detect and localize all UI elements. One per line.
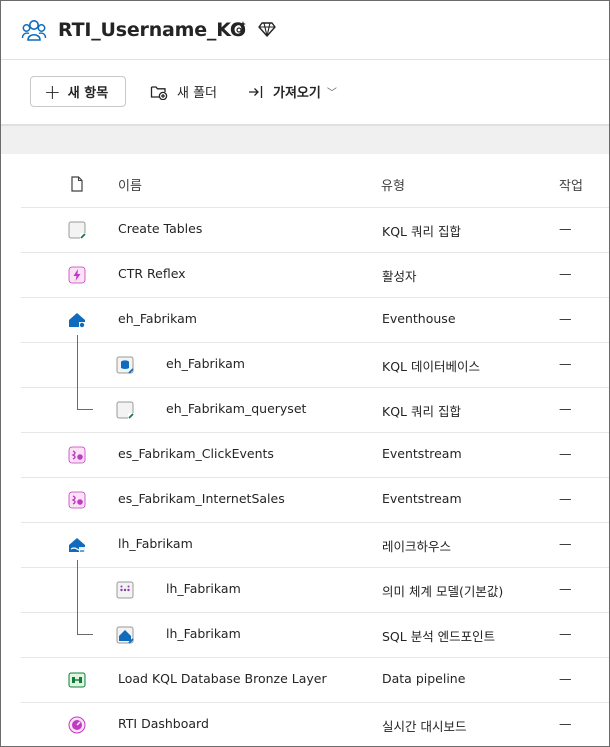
item-type: Data pipeline	[382, 671, 466, 686]
item-task: —	[559, 356, 572, 371]
new-folder-label: 새 폴더	[177, 86, 218, 101]
table-row[interactable]: lh_Fabrikam 레이크하우스 —	[21, 522, 609, 567]
workspace-title: RTI_Username_KO	[58, 19, 246, 41]
item-type: 실시간 대시보드	[382, 719, 467, 734]
item-type: 의미 체계 모델(기본값)	[382, 584, 504, 599]
import-label: 가져오기	[273, 86, 321, 101]
tree-connector	[77, 634, 93, 635]
item-type: SQL 분석 엔드포인트	[382, 629, 496, 644]
file-type-icon	[71, 176, 83, 192]
lakehouse-icon	[67, 535, 87, 555]
workspace-window: RTI_Username_KO + 새 항목 새 폴더 가져오기 ﹀ 이름 유형…	[0, 0, 610, 747]
toolbar: + 새 항목 새 폴더 가져오기 ﹀	[1, 60, 609, 124]
chevron-down-icon: ﹀	[326, 88, 337, 99]
child-table-row[interactable]: eh_Fabrikam_queryset KQL 쿼리 집합 —	[21, 387, 609, 432]
item-task: —	[559, 716, 572, 731]
eventstream-icon	[67, 445, 87, 465]
item-type: Eventstream	[382, 491, 462, 506]
tree-connector	[77, 560, 78, 634]
item-name-link[interactable]: lh_Fabrikam	[166, 581, 241, 596]
table-row[interactable]: Load KQL Database Bronze Layer Data pipel…	[21, 657, 609, 702]
tree-connector	[77, 335, 78, 409]
item-name-link[interactable]: RTI Dashboard	[118, 716, 209, 731]
semantic-model-icon	[115, 580, 135, 600]
item-task: —	[559, 221, 572, 236]
new-item-label: 새 항목	[67, 86, 109, 101]
item-type: 레이크하우스	[382, 539, 452, 554]
item-task: —	[559, 266, 572, 281]
settings-sparkle-icon[interactable]	[230, 20, 248, 38]
child-table-row[interactable]: lh_Fabrikam SQL 분석 엔드포인트 —	[21, 612, 609, 657]
pipeline-icon	[67, 670, 87, 690]
table-row[interactable]: Create Tables KQL 쿼리 집합 —	[21, 207, 609, 252]
item-name-link[interactable]: Load KQL Database Bronze Layer	[118, 671, 327, 686]
item-name-link[interactable]: eh_Fabrikam_queryset	[166, 401, 306, 416]
item-task: —	[559, 626, 572, 641]
column-header-name[interactable]: 이름	[118, 175, 142, 194]
item-name-link[interactable]: es_Fabrikam_ClickEvents	[118, 446, 274, 461]
item-type: Eventstream	[382, 446, 462, 461]
filter-band	[1, 124, 609, 154]
new-item-button[interactable]: + 새 항목	[30, 76, 126, 107]
item-task: —	[559, 491, 572, 506]
item-name-link[interactable]: CTR Reflex	[118, 266, 186, 281]
item-task: —	[559, 536, 572, 551]
import-dropdown[interactable]: 가져오기 ﹀	[248, 76, 337, 107]
item-type: KQL 데이터베이스	[382, 359, 480, 374]
diamond-icon[interactable]	[258, 20, 276, 38]
table-row[interactable]: RTI Dashboard 실시간 대시보드 —	[21, 702, 609, 746]
item-type: 활성자	[382, 269, 417, 284]
plus-icon: +	[44, 79, 61, 104]
sql-endpoint-icon	[115, 625, 135, 645]
item-task: —	[559, 446, 572, 461]
table-header: 이름 유형 작업	[1, 163, 609, 207]
item-name-link[interactable]: es_Fabrikam_InternetSales	[118, 491, 285, 506]
item-name-link[interactable]: lh_Fabrikam	[118, 536, 193, 551]
item-name-link[interactable]: eh_Fabrikam	[166, 356, 245, 371]
item-type: KQL 쿼리 집합	[382, 404, 461, 419]
table-row[interactable]: es_Fabrikam_ClickEvents Eventstream —	[21, 432, 609, 477]
table-row[interactable]: es_Fabrikam_InternetSales Eventstream —	[21, 477, 609, 522]
item-task: —	[559, 671, 572, 686]
new-folder-button[interactable]: 새 폴더	[150, 76, 217, 107]
table-row[interactable]: CTR Reflex 활성자 —	[21, 252, 609, 297]
item-name-link[interactable]: lh_Fabrikam	[166, 626, 241, 641]
item-task: —	[559, 401, 572, 416]
child-table-row[interactable]: lh_Fabrikam 의미 체계 모델(기본값) —	[21, 567, 609, 612]
eventstream-icon	[67, 490, 87, 510]
table-row[interactable]: eh_Fabrikam Eventhouse —	[21, 297, 609, 342]
tree-connector	[77, 409, 93, 410]
item-name-link[interactable]: eh_Fabrikam	[118, 311, 197, 326]
kql-queryset-icon	[67, 220, 87, 240]
kql-database-icon	[115, 355, 135, 375]
item-type: Eventhouse	[382, 311, 456, 326]
workspace-people-icon	[21, 20, 47, 41]
new-folder-icon	[150, 85, 168, 100]
child-table-row[interactable]: eh_Fabrikam KQL 데이터베이스 —	[21, 342, 609, 387]
kql-queryset-icon	[115, 400, 135, 420]
eventhouse-icon	[67, 310, 87, 330]
import-arrow-icon	[249, 85, 263, 98]
workspace-header: RTI_Username_KO	[1, 1, 609, 59]
item-name-link[interactable]: Create Tables	[118, 221, 202, 236]
dashboard-icon	[67, 715, 87, 735]
item-type: KQL 쿼리 집합	[382, 224, 461, 239]
column-header-type[interactable]: 유형	[381, 175, 405, 194]
column-header-task[interactable]: 작업	[559, 175, 583, 194]
item-task: —	[559, 311, 572, 326]
activator-icon	[67, 265, 87, 285]
item-task: —	[559, 581, 572, 596]
